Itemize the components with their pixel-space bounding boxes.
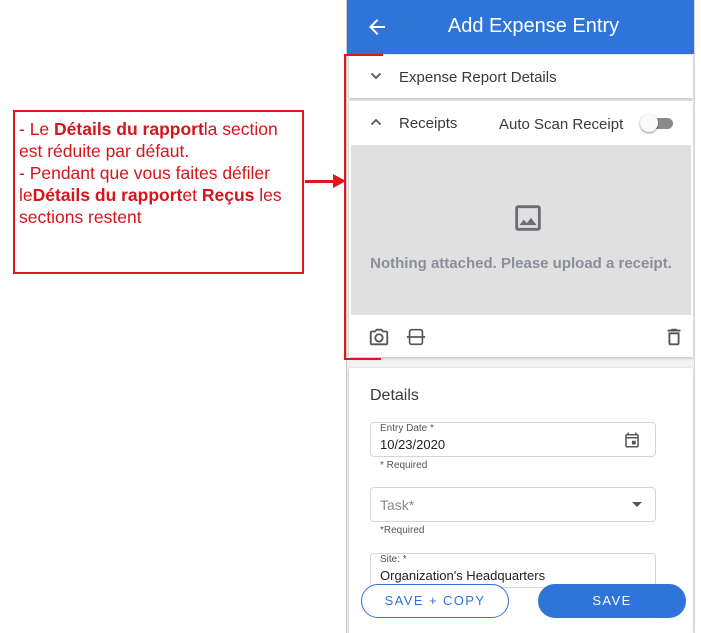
save-copy-button[interactable]: SAVE + COPY xyxy=(361,584,509,618)
page-title: Add Expense Entry xyxy=(447,15,620,37)
annotation-callout: - Le Détails du rapportla section est ré… xyxy=(13,110,304,274)
annotation-bold: Reçus xyxy=(201,185,255,205)
dropdown-arrow-icon xyxy=(632,502,642,507)
auto-scan-toggle[interactable] xyxy=(640,114,673,132)
annotation-line-2: - Pendant que vous faites défiler leDéta… xyxy=(19,163,282,227)
site-value: Organization's Headquarters xyxy=(380,568,546,583)
expense-report-details-toggle[interactable]: Expense Report Details xyxy=(349,55,693,99)
highlight-bracket-top xyxy=(346,54,383,56)
highlight-bracket-bottom xyxy=(344,358,381,360)
task-helper: *Required xyxy=(380,525,425,536)
annotation-bold: Détails du rapport xyxy=(54,119,204,139)
chevron-up-icon xyxy=(370,118,382,126)
save-button[interactable]: SAVE xyxy=(538,584,686,618)
expense-report-details-section: Expense Report Details xyxy=(349,55,693,98)
receipts-toggle[interactable]: Receipts xyxy=(349,101,493,145)
annotation-bold: Détails du rapport xyxy=(32,185,183,205)
camera-button[interactable] xyxy=(368,326,390,348)
entry-date-label: Entry Date * xyxy=(380,423,434,434)
toggle-knob xyxy=(640,114,658,132)
image-icon xyxy=(515,205,541,231)
calendar-icon[interactable] xyxy=(623,431,641,449)
scanner-icon xyxy=(406,328,426,346)
annotation-line-1: - Le Détails du rapportla section est ré… xyxy=(19,119,278,161)
chevron-down-icon xyxy=(370,72,382,80)
task-select[interactable]: Task* xyxy=(370,487,656,522)
details-section: Details Entry Date * 10/23/2020 * Requir… xyxy=(349,368,693,633)
task-placeholder: Task* xyxy=(380,497,415,513)
site-field[interactable]: Site: * Organization's Headquarters xyxy=(370,553,656,588)
auto-scan-label: Auto Scan Receipt xyxy=(499,116,624,133)
delete-button[interactable] xyxy=(663,326,685,348)
receipts-section: Receipts Auto Scan Receipt Nothing attac… xyxy=(349,101,693,357)
camera-icon xyxy=(369,328,389,346)
receipt-preview-area[interactable]: Nothing attached. Please upload a receip… xyxy=(351,145,691,315)
section-label: Expense Report Details xyxy=(399,69,557,86)
annotation-arrow-line xyxy=(305,180,335,183)
mobile-screen: Add Expense Entry Expense Report Details… xyxy=(346,0,695,633)
site-label: Site: * xyxy=(380,554,407,565)
scan-button[interactable] xyxy=(405,326,427,348)
highlight-bracket-left xyxy=(344,54,346,360)
empty-receipt-message: Nothing attached. Please upload a receip… xyxy=(370,255,672,272)
entry-date-field[interactable]: Entry Date * 10/23/2020 xyxy=(370,422,656,457)
section-label: Receipts xyxy=(399,115,458,132)
app-header: Add Expense Entry xyxy=(347,0,694,54)
entry-date-value: 10/23/2020 xyxy=(380,437,446,452)
entry-date-helper: * Required xyxy=(380,460,428,471)
delete-icon xyxy=(667,328,681,346)
details-title: Details xyxy=(370,387,419,404)
